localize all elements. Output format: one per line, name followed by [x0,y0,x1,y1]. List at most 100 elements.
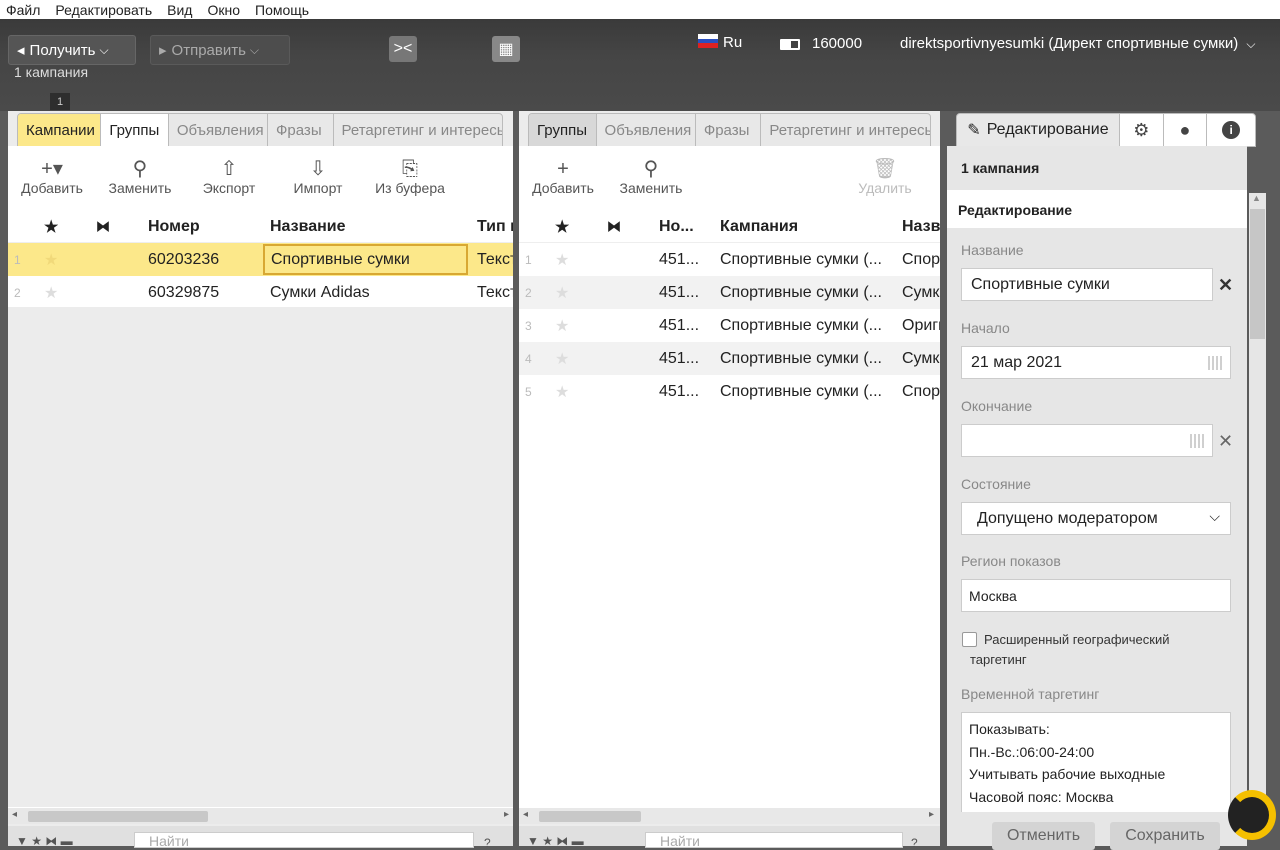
tab-retargeting[interactable]: Ретаргетинг и интересы [761,114,930,146]
left-tabs: Кампании Группы Объявления Фразы Ретарге… [17,113,503,147]
add-button[interactable]: +▾ Добавить [8,148,96,206]
export-button[interactable]: ⇧ Экспорт [184,148,274,206]
campaign-count: 1 кампания [14,64,89,80]
row-number: 2 [525,285,532,300]
star-header-icon[interactable]: ★ [44,211,58,242]
group-campaign: Спортивные сумки (... [720,382,882,400]
col-number[interactable]: Номер [148,211,200,242]
col-name[interactable]: Название [270,211,346,242]
tab-groups[interactable]: Группы [101,114,169,146]
replace-button[interactable]: ⚲ Заменить [607,148,695,206]
tab-edit[interactable]: ✎ Редактирование [957,114,1120,146]
time-targeting-box[interactable]: Показывать: Пн.-Вс.:06:00-24:00 Учитыват… [961,712,1231,812]
calendar-icon[interactable] [1208,356,1224,370]
tab-groups[interactable]: Группы [529,114,597,146]
status-header-icon[interactable]: ⧓ [607,211,621,242]
scroll-right-icon[interactable]: ▸ [504,809,509,820]
paste-label: Из буфера [375,180,445,196]
tab-edit-label: Редактирование [986,121,1109,138]
gear-icon[interactable]: ⚙ [1119,114,1164,146]
scroll-left-icon[interactable]: ◂ [12,809,17,820]
campaign-name[interactable]: Спортивные сумки [263,244,468,275]
star-icon[interactable]: ★ [44,243,58,276]
delete-label: Удалить [858,180,912,196]
account-selector[interactable]: direktsportivnyesumki (Директ спортивные… [900,35,1256,52]
paste-button[interactable]: ⎘ Из буфера [362,148,458,206]
star-icon[interactable]: ★ [44,276,58,309]
menu-view[interactable]: Вид [167,2,192,18]
table-row[interactable]: 1 ★ 60203236 Спортивные сумки Текст [8,243,513,276]
scroll-thumb[interactable] [1250,209,1265,339]
delete-button[interactable]: 🗑 Удалить [845,148,925,206]
send-label: Отправить [171,41,246,59]
status-header-icon[interactable]: ⧓ [96,211,110,242]
tab-phrases[interactable]: Фразы [696,114,762,146]
scroll-right-icon[interactable]: ▸ [929,809,934,820]
scroll-up-icon[interactable]: ▲ [1252,193,1261,203]
campaign-name[interactable]: Сумки Adidas [270,276,370,309]
account-name: direktsportivnyesumki (Директ спортивные… [900,35,1239,52]
col-name[interactable]: Назв [902,211,940,242]
scroll-thumb[interactable] [28,811,208,822]
menu-window[interactable]: Окно [207,2,240,18]
help-icon[interactable]: ? [911,836,918,850]
add-label: Добавить [21,180,83,196]
col-type[interactable]: Тип к [477,211,513,242]
star-header-icon[interactable]: ★ [555,211,569,242]
tab-ads[interactable]: Объявления [597,114,696,146]
end-date-field[interactable] [961,424,1213,457]
chevron-down-icon: ⌵ [99,42,109,57]
language[interactable]: Ru [723,34,742,51]
star-icon[interactable]: ★ [555,309,569,342]
star-icon[interactable]: ★ [555,276,569,309]
sidebar-scrollbar[interactable]: ▲ [1249,193,1266,813]
menu-edit[interactable]: Редактировать [55,2,152,18]
region-field[interactable]: Москва [961,579,1231,612]
menu-help[interactable]: Помощь [255,2,309,18]
tab-campaigns[interactable]: Кампании [18,114,102,146]
replace-label: Заменить [619,180,683,196]
star-icon[interactable]: ★ [555,243,569,276]
star-icon[interactable]: ★ [555,375,569,408]
chevron-down-icon: ⌵ [1246,37,1256,51]
table-view-icon[interactable]: ▦ [492,36,520,62]
menu-file[interactable]: Файл [6,2,40,18]
name-field[interactable]: Спортивные сумки [961,268,1213,301]
send-button[interactable]: ▸ Отправить ⌵ [150,35,290,65]
star-icon[interactable]: ★ [555,342,569,375]
col-campaign[interactable]: Кампания [720,211,798,242]
collapse-icon[interactable]: >< [389,36,417,62]
comment-icon[interactable]: ● [1163,114,1208,146]
scroll-thumb[interactable] [539,811,641,822]
group-campaign: Спортивные сумки (... [720,349,882,367]
table-row[interactable]: 4 ★ 451... Спортивные сумки (... Сумк [519,342,940,375]
clear-end-icon[interactable]: ✕ [1218,431,1233,452]
left-filter-bar: ▼ ★ ⧓ ▬ Найти ? [8,826,513,850]
import-button[interactable]: ⇩ Импорт [274,148,362,206]
tab-retargeting[interactable]: Ретаргетинг и интересы [334,114,502,146]
clear-name-icon[interactable]: ✕ [1218,275,1233,296]
table-row[interactable]: 2 ★ 60329875 Сумки Adidas Текст [8,276,513,309]
left-hscrollbar[interactable]: ◂ ▸ [8,808,513,824]
state-select[interactable]: Допущено модератором ⌵ [961,502,1231,535]
start-date-field[interactable]: 21 мар 2021 [961,346,1231,379]
table-row[interactable]: 5 ★ 451... Спортивные сумки (... Спорт [519,375,940,408]
get-button[interactable]: ◂ Получить ⌵ [8,35,136,65]
help-icon[interactable]: ? [484,836,491,850]
table-row[interactable]: 2 ★ 451... Спортивные сумки (... Сумк [519,276,940,309]
campaign-number: 60329875 [148,283,220,301]
tab-ads[interactable]: Объявления [169,114,269,146]
mid-hscrollbar[interactable]: ◂ ▸ [519,808,940,824]
replace-button[interactable]: ⚲ Заменить [96,148,184,206]
table-row[interactable]: 1 ★ 451... Спортивные сумки (... Спорт [519,243,940,276]
scroll-left-icon[interactable]: ◂ [523,809,528,820]
state-value: Допущено модератором [977,509,1158,527]
tab-phrases[interactable]: Фразы [268,114,334,146]
mid-table-header: ★ ⧓ Но... Кампания Назв [519,211,940,243]
calendar-icon[interactable] [1190,434,1206,448]
col-number[interactable]: Но... [659,211,694,242]
table-row[interactable]: 3 ★ 451... Спортивные сумки (... Ориги [519,309,940,342]
add-button[interactable]: + Добавить [519,148,607,206]
info-icon[interactable]: i [1207,114,1255,146]
chevron-down-icon: ⌵ [1209,508,1220,524]
